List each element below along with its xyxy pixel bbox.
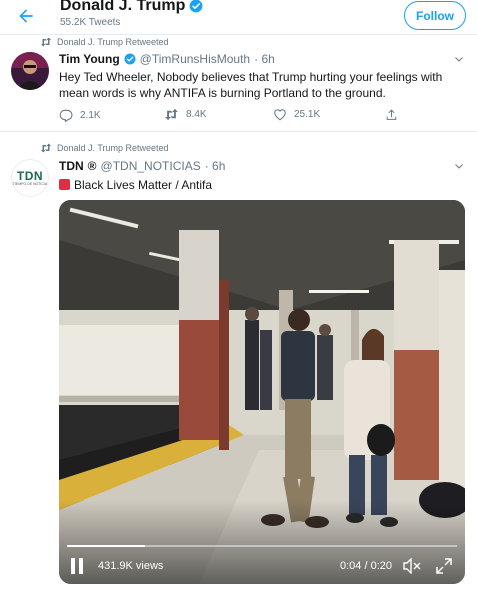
video-player[interactable]: 431.9K views 0:04 / 0:20 (59, 200, 465, 584)
chevron-down-icon (455, 164, 463, 169)
tweet-count: 55.2K Tweets (60, 17, 121, 28)
video-time: 0:04 / 0:20 (340, 560, 392, 572)
follow-button[interactable]: Follow (404, 1, 466, 30)
tweet[interactable]: Donald J. Trump Retweeted Tim Young @Tim… (0, 35, 477, 131)
author-handle[interactable]: @TDN_NOTICIAS (101, 159, 201, 173)
tdn-logo-text: TDN (16, 169, 44, 183)
video-view-count: 431.9K views (98, 560, 164, 572)
video-progress-fill (67, 545, 145, 547)
fullscreen-button[interactable] (436, 558, 452, 574)
tweet-actions: 2.1K 8.4K 25.1K (59, 108, 459, 124)
mute-button[interactable] (403, 557, 421, 575)
retweet-indicator: Donald J. Trump Retweeted (40, 37, 169, 47)
retweet-icon (165, 108, 178, 121)
retweet-icon (40, 37, 52, 47)
avatar[interactable] (11, 52, 49, 90)
retweet-count: 8.4K (186, 109, 207, 120)
retweet-label: Donald J. Trump Retweeted (57, 143, 169, 153)
tweet-text: Hey Ted Wheeler, Nobody believes that Tr… (59, 70, 443, 100)
tweet-text: Black Lives Matter / Antifa (74, 178, 213, 192)
tdn-logo: TDN TIEMPO DE NOTICIA (11, 159, 49, 197)
like-button[interactable]: 25.1K (273, 108, 320, 121)
verified-badge-icon (124, 53, 136, 65)
reply-count: 2.1K (80, 109, 101, 121)
tweet-author-line: TDN ® @TDN_NOTICIAS · 6h (59, 159, 225, 173)
heart-icon (274, 109, 286, 121)
profile-name: Donald J. Trump (60, 0, 186, 14)
tdn-logo-subtext: TIEMPO DE NOTICIA (12, 182, 48, 186)
reply-button[interactable]: 2.1K (59, 108, 101, 122)
author-handle[interactable]: @TimRunsHisMouth (140, 52, 250, 66)
video-frame (59, 200, 465, 584)
pause-icon (71, 558, 83, 574)
retweet-icon (40, 143, 52, 153)
reply-icon (59, 109, 73, 122)
profile-name-row: Donald J. Trump (60, 0, 203, 15)
retweet-button[interactable]: 8.4K (164, 108, 207, 121)
tweet-author-line: Tim Young @TimRunsHisMouth · 6h (59, 52, 275, 66)
tweet-menu-button[interactable] (452, 52, 466, 66)
author-name[interactable]: Tim Young (59, 52, 120, 66)
like-count: 25.1K (294, 109, 321, 120)
pause-button[interactable] (69, 557, 85, 575)
author-name[interactable]: TDN (59, 159, 84, 173)
tweet-text-row: Black Lives Matter / Antifa (59, 177, 459, 193)
verified-badge-icon (189, 0, 203, 13)
retweet-label: Donald J. Trump Retweeted (57, 37, 169, 47)
share-icon (386, 109, 397, 120)
video-progress-bar[interactable] (67, 545, 457, 547)
registered-mark: ® (87, 159, 97, 173)
speaker-muted-icon (403, 557, 421, 575)
chevron-down-icon (455, 57, 463, 62)
avatar[interactable]: TDN TIEMPO DE NOTICIA (11, 159, 49, 197)
back-button[interactable] (14, 4, 38, 28)
tweet-menu-button[interactable] (452, 159, 466, 173)
share-button[interactable] (385, 108, 398, 122)
profile-header: Donald J. Trump 55.2K Tweets Follow (0, 0, 477, 34)
fullscreen-icon (436, 558, 452, 574)
back-arrow-icon (19, 9, 33, 23)
retweet-indicator: Donald J. Trump Retweeted (40, 143, 169, 153)
red-square-emoji-icon (59, 179, 70, 190)
tweet-time[interactable]: · 6h (205, 159, 226, 173)
tweet-time[interactable]: · 6h (254, 52, 275, 66)
